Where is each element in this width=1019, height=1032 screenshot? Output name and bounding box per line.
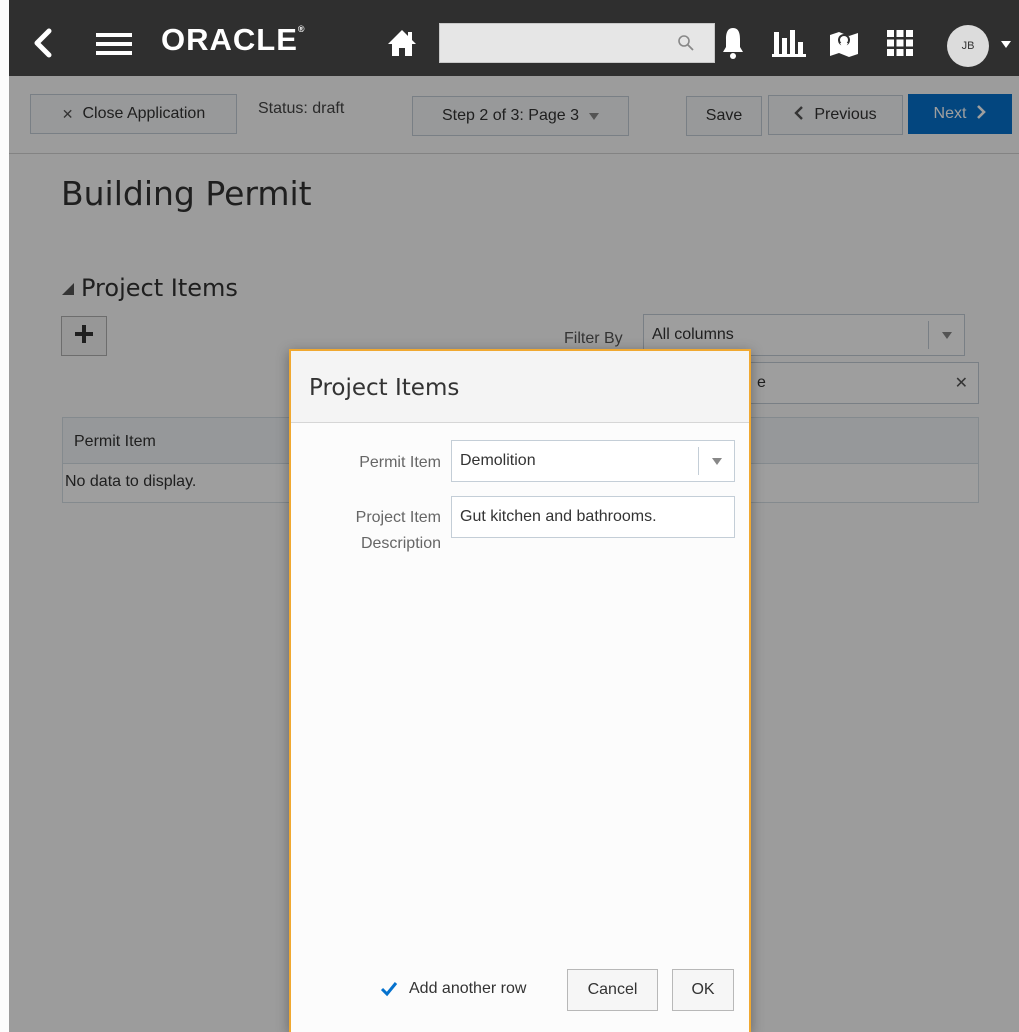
permit-item-label: Permit Item <box>359 454 441 471</box>
global-header: ORACLE® JB <box>9 0 1019 76</box>
map-icon[interactable] <box>827 26 861 60</box>
grid-apps-icon[interactable] <box>885 28 915 58</box>
bar-chart-icon[interactable] <box>771 27 807 59</box>
oracle-logo[interactable]: ORACLE® <box>161 22 306 58</box>
ok-button[interactable]: OK <box>672 969 734 1011</box>
cancel-button[interactable]: Cancel <box>567 969 658 1011</box>
project-item-description-input[interactable]: Gut kitchen and bathrooms. <box>451 496 735 538</box>
project-items-dialog: Project Items Permit Item Demolition Pro… <box>289 349 751 1032</box>
back-chevron-icon[interactable] <box>31 26 55 60</box>
project-item-description-label: Project Item Description <box>355 509 441 552</box>
global-search-input[interactable] <box>439 23 715 63</box>
user-avatar[interactable]: JB <box>947 25 989 67</box>
caret-down-icon <box>698 447 734 475</box>
permit-item-select[interactable]: Demolition <box>451 440 735 482</box>
dialog-title: Project Items <box>309 375 460 401</box>
home-icon[interactable] <box>385 27 419 59</box>
dialog-header: Project Items <box>291 351 749 423</box>
hamburger-menu-icon[interactable] <box>95 30 133 58</box>
caret-down-icon[interactable] <box>999 38 1013 50</box>
checkmark-icon <box>379 979 399 999</box>
bell-icon[interactable] <box>719 24 747 62</box>
search-icon[interactable] <box>675 32 697 54</box>
add-another-row-checkbox[interactable]: Add another row <box>379 979 526 999</box>
